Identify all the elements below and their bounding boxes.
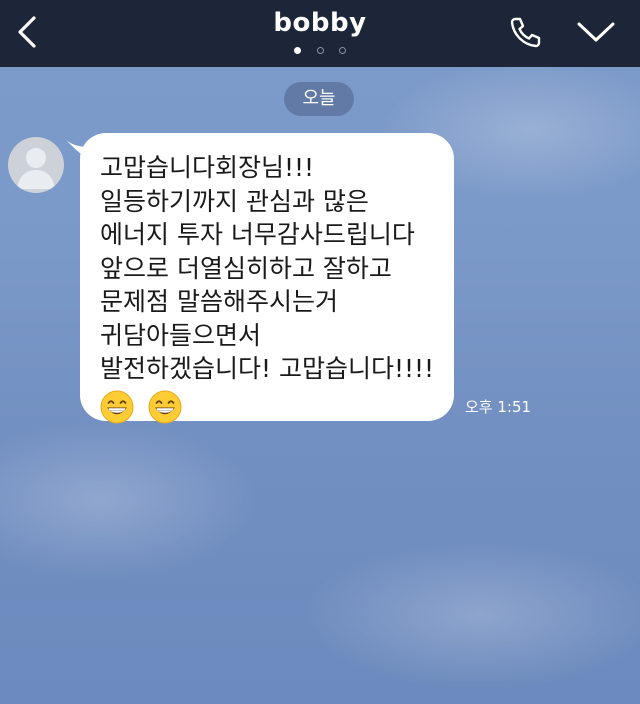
grinning-face-emoji-icon	[100, 390, 134, 423]
chevron-down-icon	[577, 22, 615, 42]
page-dot	[338, 47, 346, 54]
avatar[interactable]	[8, 137, 64, 193]
sky-cloud	[0, 420, 260, 580]
message-line: 발전하겠습니다! 고맙습니다!!!!	[100, 354, 435, 383]
message-line: 문제점 말씀해주시는거	[100, 287, 338, 316]
grinning-face-emoji-icon	[148, 390, 182, 423]
chat-screen: bobby 오늘 고맙습니다회장님!!! 일등하기까지 관심과 많은 에너지 투…	[0, 0, 640, 704]
chat-header: bobby	[0, 0, 640, 67]
emoji-row	[100, 390, 454, 426]
message-line: 일등하기까지 관심과 많은	[100, 186, 369, 216]
date-separator: 오늘	[284, 82, 354, 116]
message-line: 에너지 투자 너무감사드립니다	[100, 220, 415, 249]
message-line: 귀담아들으면서	[100, 320, 262, 350]
message-line: 앞으로 더열심히하고 잘하고	[100, 253, 392, 283]
menu-button[interactable]	[574, 14, 618, 50]
page-dot-active	[294, 47, 302, 54]
message-bubble[interactable]: 고맙습니다회장님!!! 일등하기까지 관심과 많은 에너지 투자 너무감사드립니…	[80, 133, 454, 423]
page-dot	[316, 47, 324, 54]
call-button[interactable]	[505, 12, 545, 52]
message-line: 고맙습니다회장님!!!	[100, 153, 315, 182]
message-timestamp: 오후 1:51	[465, 398, 532, 416]
default-avatar-icon	[17, 148, 55, 189]
sky-cloud	[300, 540, 640, 690]
phone-icon	[510, 17, 541, 48]
